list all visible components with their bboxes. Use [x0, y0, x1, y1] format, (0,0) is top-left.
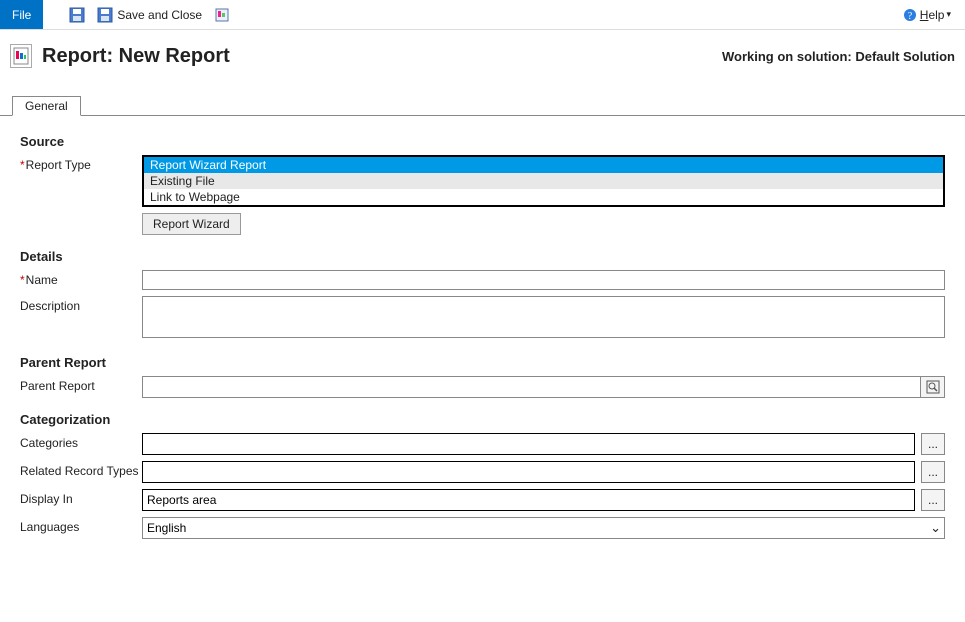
report-type-option-wizard[interactable]: Report Wizard Report — [144, 157, 943, 173]
chevron-down-icon: ▾ — [946, 9, 951, 20]
label-display-in: Display In — [20, 492, 73, 506]
help-label: Help — [920, 8, 945, 22]
save-close-icon — [97, 7, 113, 23]
file-menu-label: File — [12, 8, 31, 22]
tab-bar: General — [0, 94, 965, 116]
display-in-input[interactable] — [142, 489, 915, 511]
row-languages: Languages ⌄ — [20, 517, 945, 539]
section-heading-source: Source — [20, 126, 945, 155]
report-actions-button[interactable] — [208, 0, 236, 29]
tab-general-label: General — [25, 99, 68, 113]
label-categories: Categories — [20, 436, 78, 450]
file-menu-button[interactable]: File — [0, 0, 43, 29]
page-header: Report: New Report Working on solution: … — [0, 30, 965, 78]
form-body: Source * Report Type Report Wizard Repor… — [0, 116, 965, 539]
page-title: Report: New Report — [42, 45, 230, 68]
required-marker: * — [20, 158, 25, 172]
tab-general[interactable]: General — [12, 96, 81, 116]
label-languages: Languages — [20, 520, 79, 534]
report-wizard-button[interactable]: Report Wizard — [142, 213, 241, 235]
toolbar: File Save and Close ? Help ▾ — [0, 0, 965, 30]
save-button[interactable] — [63, 0, 91, 29]
report-wizard-button-label: Report Wizard — [153, 217, 230, 231]
label-parent-report: Parent Report — [20, 379, 95, 393]
save-and-close-button[interactable]: Save and Close — [91, 0, 208, 29]
report-type-option-existing-file[interactable]: Existing File — [144, 173, 943, 189]
solution-context-label: Working on solution: Default Solution — [722, 49, 955, 64]
label-related-record-types: Related Record Types — [20, 464, 139, 478]
display-in-picker-button[interactable]: ... — [921, 489, 945, 511]
report-type-listbox[interactable]: Report Wizard Report Existing File Link … — [142, 155, 945, 207]
languages-select[interactable] — [142, 517, 945, 539]
label-description: Description — [20, 299, 80, 313]
section-heading-categorization: Categorization — [20, 404, 945, 433]
categories-picker-button[interactable]: ... — [921, 433, 945, 455]
ellipsis-icon: ... — [928, 493, 938, 507]
section-heading-parent: Parent Report — [20, 347, 945, 376]
ellipsis-icon: ... — [928, 465, 938, 479]
ellipsis-icon: ... — [928, 437, 938, 451]
row-name: * Name — [20, 270, 945, 290]
report-entity-icon — [10, 44, 32, 68]
related-record-types-picker-button[interactable]: ... — [921, 461, 945, 483]
row-related-record-types: Related Record Types ... — [20, 461, 945, 483]
row-report-type: * Report Type Report Wizard Report Exist… — [20, 155, 945, 235]
label-name: Name — [26, 273, 58, 287]
required-marker: * — [20, 273, 25, 287]
description-input[interactable] — [142, 296, 945, 338]
categories-input[interactable] — [142, 433, 915, 455]
parent-report-lookup-button[interactable] — [921, 376, 945, 398]
svg-text:?: ? — [908, 11, 913, 22]
report-actions-icon — [214, 7, 230, 23]
name-input[interactable] — [142, 270, 945, 290]
label-report-type: Report Type — [26, 158, 91, 172]
row-parent-report: Parent Report — [20, 376, 945, 398]
row-description: Description — [20, 296, 945, 341]
section-heading-details: Details — [20, 241, 945, 270]
lookup-icon — [926, 380, 940, 394]
row-display-in: Display In ... — [20, 489, 945, 511]
row-categories: Categories ... — [20, 433, 945, 455]
save-and-close-label: Save and Close — [117, 8, 202, 22]
save-icon — [69, 7, 85, 23]
help-icon: ? — [903, 8, 917, 22]
related-record-types-input[interactable] — [142, 461, 915, 483]
help-menu-button[interactable]: ? Help ▾ — [899, 0, 955, 29]
report-type-option-link[interactable]: Link to Webpage — [144, 189, 943, 205]
parent-report-input[interactable] — [142, 376, 921, 398]
